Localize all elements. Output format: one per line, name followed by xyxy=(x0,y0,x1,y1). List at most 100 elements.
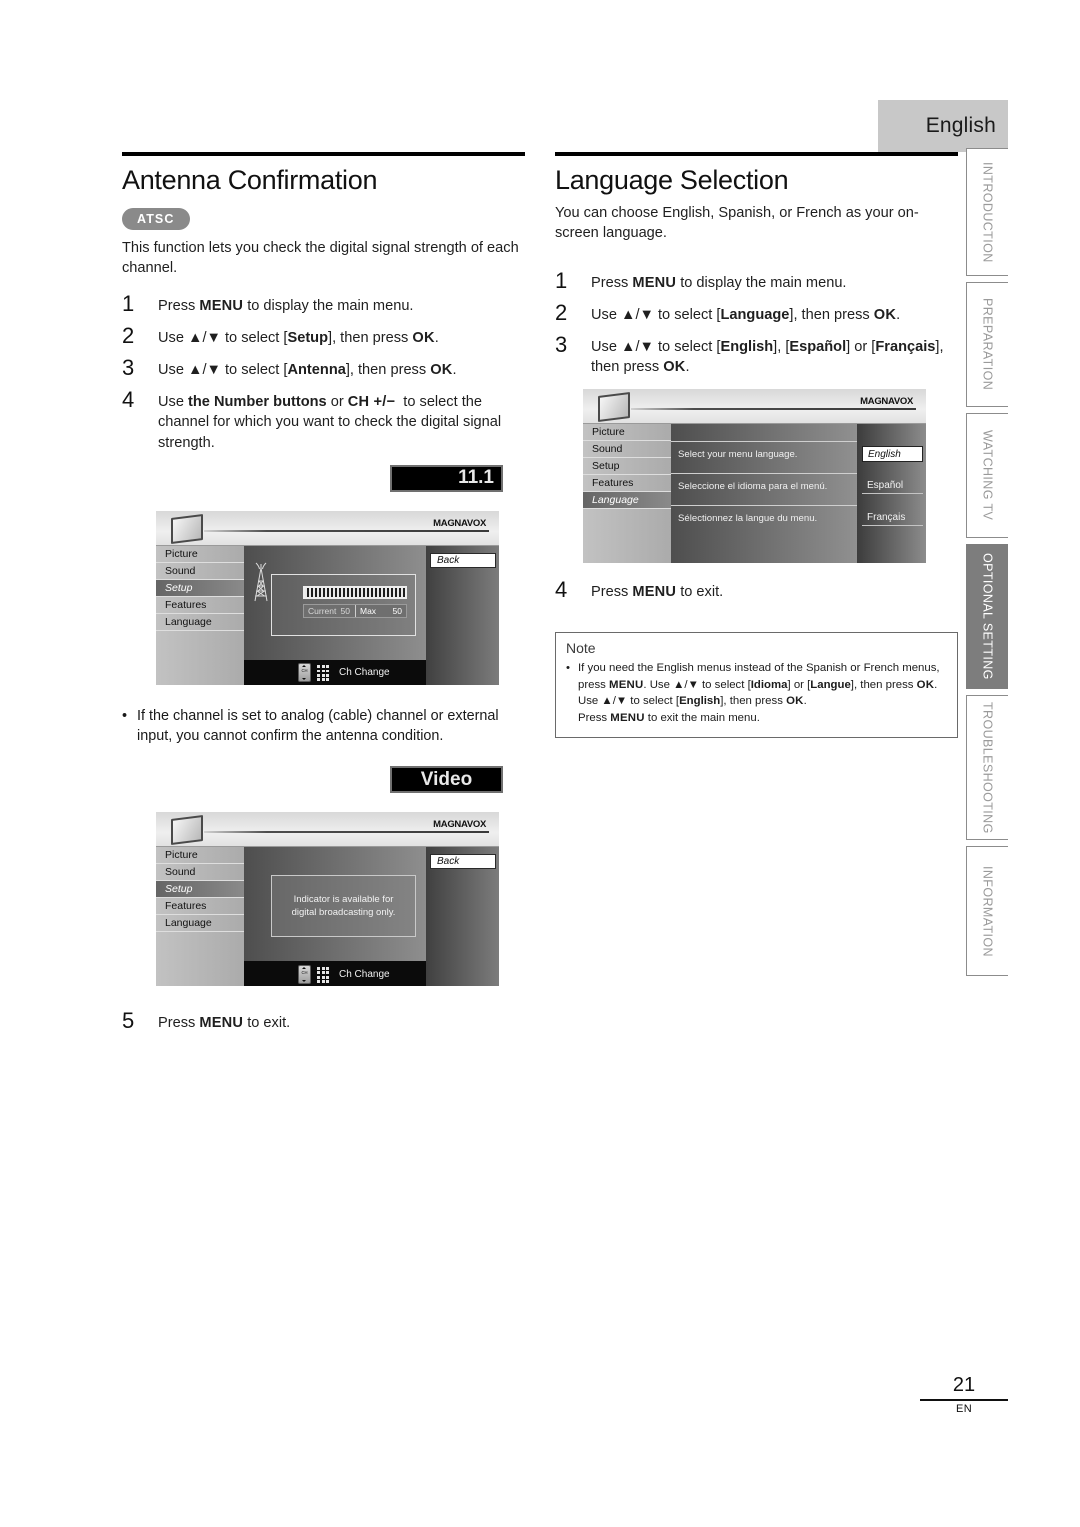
tv-osd-antenna: MAGNAVOX Picture Sound Setup Features La… xyxy=(156,510,499,685)
osd-footer-label: Ch Change xyxy=(339,667,390,679)
step-number: 5 xyxy=(122,1008,135,1034)
bullet-dot: • xyxy=(566,662,570,674)
page-title-antenna: Antenna Confirmation xyxy=(122,165,378,195)
step-item: 5 Press MENU to exit. xyxy=(122,1010,525,1033)
osd-body: Picture Sound Setup Features Language Se… xyxy=(583,424,926,564)
osd-header-line xyxy=(204,529,489,532)
step-number: 2 xyxy=(122,323,135,349)
osd-menu-item-language[interactable]: Language xyxy=(156,915,244,933)
tv-osd-video: MAGNAVOX Picture Sound Setup Features La… xyxy=(156,812,499,987)
side-tab-introduction[interactable]: INTRODUCTION xyxy=(966,148,1008,276)
step-item: 2 Use ▲/▼ to select [Language], then pre… xyxy=(555,300,958,326)
osd-body: Picture Sound Setup Features Language Cu… xyxy=(156,545,499,685)
osd-menu-item-picture[interactable]: Picture xyxy=(583,424,671,442)
signal-max-value: 50 xyxy=(392,605,402,616)
step-number: 4 xyxy=(555,577,568,603)
language-intro-text: You can choose English, Spanish, or Fren… xyxy=(555,205,919,241)
antenna-bullet-list: • If the channel is set to analog (cable… xyxy=(122,707,525,747)
step-item: 4 Use the Number buttons or CH +/− to se… xyxy=(122,388,525,452)
antenna-intro-text: This function lets you check the digital… xyxy=(122,240,519,276)
step-text: Use ▲/▼ to select [Setup], then press OK… xyxy=(158,330,439,347)
step-number: 3 xyxy=(122,355,135,381)
step-item: 4 Press MENU to exit. xyxy=(555,579,958,602)
signal-max-label: Max xyxy=(360,605,377,616)
osd-menu-item-picture[interactable]: Picture xyxy=(156,546,244,563)
osd-menu-list: Picture Sound Setup Features Language xyxy=(156,545,244,685)
osd-footer-label: Ch Change xyxy=(339,968,390,980)
bullet-item: • If the channel is set to analog (cable… xyxy=(122,707,525,747)
step-number: 3 xyxy=(555,332,568,358)
side-tab-troubleshooting[interactable]: TROUBLESHOOTING xyxy=(966,695,1008,840)
language-description-panel: Select your menu language. Seleccione el… xyxy=(671,424,857,564)
osd-back-button[interactable]: Back xyxy=(430,552,496,568)
side-tab-preparation[interactable]: PREPARATION xyxy=(966,282,1008,407)
antenna-screenshot-figure: 11.1 MAGNAVOX Picture Sound Setup Featur… xyxy=(122,464,525,695)
note-body: • If you need the English menus instead … xyxy=(566,660,947,727)
osd-body: Picture Sound Setup Features Language In… xyxy=(156,847,499,987)
language-desc-english: Select your menu language. xyxy=(671,441,857,467)
osd-menu-item-features[interactable]: Features xyxy=(583,475,671,493)
page-title-language: Language Selection xyxy=(555,165,789,195)
step-item: 2 Use ▲/▼ to select [Setup], then press … xyxy=(122,323,525,349)
page-language-label: English xyxy=(925,114,996,137)
bullet-text: If the channel is set to analog (cable) … xyxy=(137,707,499,744)
osd-menu-item-setup[interactable]: Setup xyxy=(156,881,244,899)
osd-menu-item-features[interactable]: Features xyxy=(156,597,244,614)
step-number: 1 xyxy=(555,267,568,293)
number-keypad-icon xyxy=(317,665,331,682)
side-tab-information[interactable]: INFORMATION xyxy=(966,846,1008,976)
tv-icon xyxy=(171,513,203,544)
channel-number-badge: 11.1 xyxy=(390,464,503,492)
page-footer: 21 EN xyxy=(920,1375,1008,1415)
page-language-tab: English xyxy=(878,100,1008,152)
osd-menu-item-setup[interactable]: Setup xyxy=(156,579,244,597)
language-option-spanish[interactable]: Español xyxy=(862,478,923,495)
number-keypad-icon xyxy=(317,966,331,983)
language-option-english[interactable]: English xyxy=(862,446,923,463)
tv-icon xyxy=(171,815,203,846)
language-options-panel: English Español Français xyxy=(857,424,926,564)
osd-header-line xyxy=(631,408,916,411)
step-text: Use ▲/▼ to select [Language], then press… xyxy=(591,307,901,324)
language-steps: 1 Press MENU to display the main menu. 2… xyxy=(555,267,958,378)
step-text: Press MENU to exit. xyxy=(158,1015,291,1032)
manual-page: English Antenna Confirmation ATSC This f… xyxy=(0,0,1080,1527)
step-text: Use ▲/▼ to select [English], [Español] o… xyxy=(591,339,944,376)
side-tab-label: PREPARATION xyxy=(980,298,995,391)
side-tab-label: INTRODUCTION xyxy=(980,161,995,263)
osd-menu-item-sound[interactable]: Sound xyxy=(156,563,244,580)
osd-menu-item-language[interactable]: Language xyxy=(156,614,244,631)
osd-header: MAGNAVOX xyxy=(156,510,499,546)
side-tab-watching-tv[interactable]: WATCHING TV xyxy=(966,413,1008,538)
language-desc-spanish: Seleccione el idioma para el menú. xyxy=(671,473,857,499)
step-text: Press MENU to display the main menu. xyxy=(591,274,847,291)
osd-menu-list: Picture Sound Setup Features Language xyxy=(156,847,244,987)
step-item: 1 Press MENU to display the main menu. xyxy=(555,267,958,293)
ch-updown-button-icon xyxy=(298,964,311,984)
osd-menu-item-picture[interactable]: Picture xyxy=(156,847,244,865)
step-item: 3 Use ▲/▼ to select [English], [Español]… xyxy=(555,332,958,377)
osd-back-button[interactable]: Back xyxy=(430,854,496,870)
tv-osd-language: MAGNAVOX Picture Sound Setup Features La… xyxy=(583,389,926,564)
step-item: 3 Use ▲/▼ to select [Antenna], then pres… xyxy=(122,355,525,381)
osd-menu-item-sound[interactable]: Sound xyxy=(583,441,671,459)
language-desc-french: Sélectionnez la langue du menu. xyxy=(671,505,857,531)
digital-only-message-text: Indicator is available for digital broad… xyxy=(291,893,396,919)
antenna-tower-icon xyxy=(254,562,268,601)
section-tab-strip: INTRODUCTION PREPARATION WATCHING TV OPT… xyxy=(966,148,1008,982)
language-option-french[interactable]: Français xyxy=(862,510,923,527)
video-screenshot-figure: Video MAGNAVOX Picture Sound Setup Featu… xyxy=(122,766,525,996)
step-text: Press MENU to exit. xyxy=(591,584,724,601)
osd-menu-item-features[interactable]: Features xyxy=(156,898,244,916)
page-locale: EN xyxy=(955,1403,973,1415)
osd-header-line xyxy=(204,831,489,834)
atsc-badge: ATSC xyxy=(122,208,190,230)
osd-menu-item-setup[interactable]: Setup xyxy=(583,458,671,476)
step-number: 2 xyxy=(555,300,568,326)
osd-menu-item-sound[interactable]: Sound xyxy=(156,864,244,882)
magnavox-logo: MAGNAVOX xyxy=(433,819,486,831)
osd-menu-item-language[interactable]: Language xyxy=(583,492,671,510)
tv-icon xyxy=(598,392,630,423)
ch-updown-button-icon xyxy=(298,663,311,683)
side-tab-optional-setting[interactable]: OPTIONAL SETTING xyxy=(966,544,1008,689)
